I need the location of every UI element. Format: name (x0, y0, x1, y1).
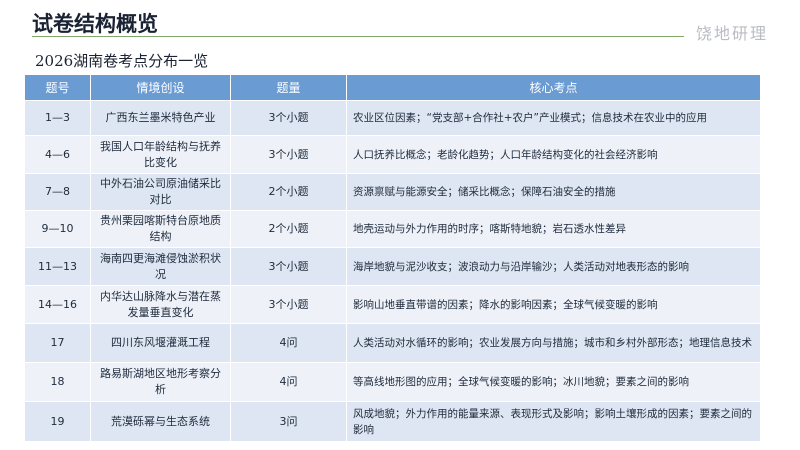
table-row: 14—16 内华达山脉降水与潜在蒸发量垂直变化 3个小题 影响山地垂直带谱的因素… (24, 285, 761, 324)
table-row: 18 路易斯湖地区地形考察分析 4问 等高线地形图的应用；全球气候变暖的影响；冰… (24, 362, 761, 402)
question-no-cell: 9—10 (24, 210, 91, 248)
table-header-row: 题号 情境创设 题量 核心考点 (24, 74, 761, 101)
count-cell: 3个小题 (230, 247, 347, 286)
table-row: 1—3 广西东兰墨米特色产业 3个小题 农业区位因素；“党支部+合作社+农户”产… (24, 100, 761, 136)
core-points-cell: 海岸地貌与泥沙收支；波浪动力与沿岸输沙；人类活动对地表形态的影响 (346, 247, 761, 286)
count-cell: 3个小题 (230, 100, 347, 136)
core-points-cell: 人口抚养比概念；老龄化趋势；人口年龄结构变化的社会经济影响 (346, 135, 761, 174)
context-cell: 中外石油公司原油储采比对比 (90, 173, 231, 211)
context-cell: 海南四更海滩侵蚀淤积状况 (90, 247, 231, 286)
core-points-cell: 影响山地垂直带谱的因素；降水的影响因素；全球气候变暖的影响 (346, 285, 761, 324)
question-no-cell: 1—3 (24, 100, 91, 136)
core-points-cell: 人类活动对水循环的影响；农业发展方向与措施；城市和乡村外部形态；地理信息技术 (346, 323, 761, 363)
table-row: 11—13 海南四更海滩侵蚀淤积状况 3个小题 海岸地貌与泥沙收支；波浪动力与沿… (24, 247, 761, 286)
header-core-points: 核心考点 (346, 74, 761, 101)
table-row: 17 四川东风堰灌溉工程 4问 人类活动对水循环的影响；农业发展方向与措施；城市… (24, 323, 761, 363)
table-row: 19 荒漠砾幂与生态系统 3问 风成地貌；外力作用的能量来源、表现形式及影响；影… (24, 401, 761, 442)
question-no-cell: 19 (24, 401, 91, 442)
core-points-cell: 风成地貌；外力作用的能量来源、表现形式及影响；影响土壤形成的因素；要素之间的影响 (346, 401, 761, 442)
count-cell: 2个小题 (230, 210, 347, 248)
table-subtitle: 2026湖南卷考点分布一览 (35, 52, 209, 70)
count-cell: 3个小题 (230, 135, 347, 174)
header-question-no: 题号 (24, 74, 91, 101)
count-cell: 3个小题 (230, 285, 347, 324)
context-cell: 路易斯湖地区地形考察分析 (90, 362, 231, 402)
question-no-cell: 18 (24, 362, 91, 402)
context-cell: 四川东风堰灌溉工程 (90, 323, 231, 363)
core-points-cell: 资源禀赋与能源安全；储采比概念；保障石油安全的措施 (346, 173, 761, 211)
context-cell: 我国人口年龄结构与抚养比变化 (90, 135, 231, 174)
context-cell: 贵州栗园喀斯特台原地质结构 (90, 210, 231, 248)
core-points-cell: 地壳运动与外力作用的时序；喀斯特地貌；岩石透水性差异 (346, 210, 761, 248)
exam-structure-table: 题号 情境创设 题量 核心考点 1—3 广西东兰墨米特色产业 3个小题 农业区位… (24, 74, 761, 442)
count-cell: 4问 (230, 323, 347, 363)
question-no-cell: 17 (24, 323, 91, 363)
question-no-cell: 4—6 (24, 135, 91, 174)
header-context: 情境创设 (90, 74, 231, 101)
question-no-cell: 11—13 (24, 247, 91, 286)
context-cell: 广西东兰墨米特色产业 (90, 100, 231, 136)
page-title: 试卷结构概览 (32, 12, 158, 36)
table-row: 7—8 中外石油公司原油储采比对比 2个小题 资源禀赋与能源安全；储采比概念；保… (24, 173, 761, 211)
question-no-cell: 7—8 (24, 173, 91, 211)
count-cell: 2个小题 (230, 173, 347, 211)
table-row: 9—10 贵州栗园喀斯特台原地质结构 2个小题 地壳运动与外力作用的时序；喀斯特… (24, 210, 761, 248)
watermark: 饶地研理 (696, 24, 769, 43)
table-row: 4—6 我国人口年龄结构与抚养比变化 3个小题 人口抚养比概念；老龄化趋势；人口… (24, 135, 761, 174)
title-divider (32, 36, 684, 37)
count-cell: 4问 (230, 362, 347, 402)
core-points-cell: 农业区位因素；“党支部+合作社+农户”产业模式；信息技术在农业中的应用 (346, 100, 761, 136)
context-cell: 内华达山脉降水与潜在蒸发量垂直变化 (90, 285, 231, 324)
count-cell: 3问 (230, 401, 347, 442)
question-no-cell: 14—16 (24, 285, 91, 324)
header-count: 题量 (230, 74, 347, 101)
core-points-cell: 等高线地形图的应用；全球气候变暖的影响；冰川地貌；要素之间的影响 (346, 362, 761, 402)
context-cell: 荒漠砾幂与生态系统 (90, 401, 231, 442)
